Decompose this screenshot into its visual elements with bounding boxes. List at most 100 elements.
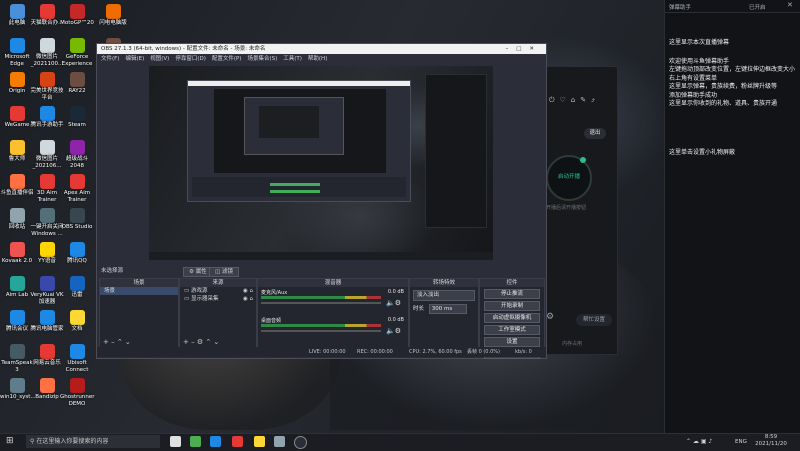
desktop-icon[interactable]: YY语音 (30, 242, 64, 265)
scene-item[interactable]: 场景 (100, 287, 178, 295)
sources-footer-buttons[interactable]: + – ⚙ ⌃ ⌄ (180, 338, 256, 347)
desktop-icon[interactable]: 微信图片 _2021100... (30, 38, 64, 67)
control-button[interactable]: 设置 (484, 337, 540, 347)
panel-exit-button[interactable]: 退出 (584, 128, 606, 139)
desktop-icon-label: WeGame (4, 122, 30, 128)
menu-item[interactable]: 文件(F) (101, 56, 119, 62)
desktop-icon-label: 超级战斗 2048 (65, 156, 88, 169)
source-item[interactable]: ▭ 游戏源 ◉ ⌂ (180, 287, 256, 295)
desktop-icon[interactable]: RAY22 (60, 72, 94, 95)
duration-input[interactable]: 300 ms (428, 304, 467, 314)
language-indicator[interactable]: ENG (735, 439, 747, 445)
desktop-icon[interactable]: 3D Aim Trainer (30, 174, 64, 203)
desktop-icon[interactable]: 超级战斗 2048 (60, 140, 94, 169)
speaker-icon[interactable]: 🔈⚙ (386, 327, 401, 335)
control-button[interactable]: 停止推流 (484, 289, 540, 299)
desktop-icon[interactable]: 一键开启关闭 Windows ... (30, 208, 64, 237)
clock[interactable]: 8:59 2021/11/20 (750, 434, 792, 448)
desktop-icon[interactable]: 微信图片 _202106... (30, 140, 64, 169)
filters-button[interactable]: ◫ 滤镜 (209, 267, 239, 277)
desktop-icon[interactable]: 网易云音乐 (30, 344, 64, 367)
app-icon (69, 38, 85, 53)
desktop-icon-label: 文档 (71, 326, 83, 332)
desktop-icon[interactable]: 斗鱼直播伴侣 (0, 174, 34, 197)
app-icon (69, 276, 85, 291)
tray-icons[interactable]: ⌃ ☁ ▣ ♪ (686, 438, 712, 445)
start-icon[interactable]: ⊞ (6, 436, 14, 446)
desktop-icon[interactable]: GeForce Experience (60, 38, 94, 67)
desktop-icon[interactable]: Ubisoft Connect (60, 344, 94, 373)
menu-item[interactable]: 帮助(H) (308, 56, 327, 62)
menu-item[interactable]: 场景集合(S) (247, 56, 277, 62)
volume-slider[interactable] (261, 302, 381, 304)
desktop-icon[interactable]: 天猫联合办... (30, 4, 64, 27)
no-source-label: 未选择源 (101, 268, 124, 274)
control-button[interactable]: 工作室模式 (484, 325, 540, 335)
desktop-icon[interactable]: Microsoft Edge (0, 38, 34, 67)
desktop-icon[interactable]: Kovaak 2.0 (0, 242, 34, 265)
menu-item[interactable]: 编辑(E) (125, 56, 144, 62)
settings-gear-icon[interactable]: ⚙ (546, 312, 554, 322)
taskbar-app-icon[interactable] (274, 436, 285, 447)
desktop-icon[interactable]: 腾讯会议 (0, 310, 34, 333)
taskbar-search[interactable]: ⚲ 在这里输入你要搜索的内容 (26, 435, 160, 448)
control-button[interactable]: 开始录制 (484, 301, 540, 311)
desktop-icon[interactable]: Origin (0, 72, 34, 95)
desktop-icon[interactable]: 迅雷 (60, 276, 94, 299)
visibility-lock-icons[interactable]: ◉ ⌂ (243, 287, 253, 295)
desktop-icon[interactable]: VeryKuai VK 加速器 (30, 276, 64, 305)
taskbar-app-icon[interactable] (210, 436, 221, 447)
taskbar-app-icon[interactable] (190, 436, 201, 447)
app-icon (9, 106, 25, 121)
menu-item[interactable]: 视图(V) (150, 56, 169, 62)
desktop-icon[interactable]: 腾讯手游助手 (30, 106, 64, 129)
menu-item[interactable]: 停靠窗口(D) (175, 56, 206, 62)
obs-window[interactable]: OBS 27.1.3 (64-bit, windows) - 配置文件: 未命名… (96, 43, 547, 359)
taskbar-app-icon[interactable] (254, 436, 265, 447)
close-icon[interactable]: ✕ (787, 1, 793, 9)
volume-slider[interactable] (261, 330, 381, 332)
desktop-icon[interactable]: WeGame (0, 106, 34, 129)
desktop-icon[interactable]: 文档 (60, 310, 94, 333)
danmaku-chat-panel[interactable]: 弹幕助手 已开启 ✕ 这里显示本次直播弹幕 欢迎使用斗鱼弹幕助手 左键拖动顶部改变位… (664, 0, 800, 433)
taskbar-app-icon[interactable] (170, 436, 181, 447)
obs-preview[interactable] (149, 66, 493, 260)
desktop-icon[interactable]: OBS Studio (60, 208, 94, 231)
obs-taskbar-icon[interactable] (294, 436, 307, 449)
taskbar-app-icon[interactable] (232, 436, 243, 447)
desktop-icon[interactable]: 回收站 (0, 208, 34, 231)
desktop-icon[interactable]: 闪电电脑版 (96, 4, 130, 27)
app-icon (9, 174, 25, 189)
obs-menubar[interactable]: 文件(F) 编辑(E) 视图(V) 停靠窗口(D) 配置文件(P) 场景集合(S) 工具(T… (97, 54, 546, 64)
desktop-icon[interactable]: 此电脑 (0, 4, 34, 27)
chat-messages: 这里显示本次直播弹幕 欢迎使用斗鱼弹幕助手 左键拖动顶部改变位置，左键拉伸边框改变大… (665, 39, 800, 157)
chat-message: 添加弹幕助手成功 (669, 91, 718, 99)
desktop-icon[interactable]: 完美世界竞技 平台 (30, 72, 64, 101)
control-button[interactable]: 启动虚拟摄像机 (484, 313, 540, 323)
desktop-icon[interactable]: Aim Lab (0, 276, 34, 299)
desktop-icon[interactable]: Apex Aim Trainer (60, 174, 94, 203)
desktop-icon[interactable]: Steam (60, 106, 94, 129)
desktop-icon[interactable]: Bandizip (30, 378, 64, 401)
menu-item[interactable]: 工具(T) (283, 56, 302, 62)
window-controls[interactable]: –□✕ (505, 44, 542, 54)
speaker-icon[interactable]: 🔈⚙ (386, 299, 401, 307)
desktop-icon[interactable]: TeamSpeak 3 (0, 344, 34, 373)
transition-select[interactable]: 淡入淡出 (413, 290, 475, 301)
desktop-icon[interactable]: MotoGP™20 (60, 4, 94, 27)
help-settings-button[interactable]: 帮忙设置 (576, 314, 612, 326)
desktop-icon[interactable]: 鲁大师 (0, 140, 34, 163)
source-item[interactable]: ▭ 显示器采集 ◉ ⌂ (180, 295, 256, 303)
desktop-icon[interactable]: win10_syst... (0, 378, 36, 401)
scenes-footer-buttons[interactable]: + – ⌃ ⌄ (100, 338, 178, 347)
desktop-icon[interactable]: Ghostrunner DEMO (60, 378, 95, 407)
obs-titlebar[interactable]: OBS 27.1.3 (64-bit, windows) - 配置文件: 未命名… (97, 44, 546, 54)
desktop-icon[interactable]: 腾讯电脑管家 (30, 310, 64, 333)
desktop-icon-label: 网易云音乐 (33, 360, 61, 366)
app-icon (39, 276, 55, 291)
desktop-icon[interactable]: 腾讯QQ (60, 242, 94, 265)
app-icon (39, 106, 55, 121)
visibility-lock-icons[interactable]: ◉ ⌂ (243, 295, 253, 303)
menu-item[interactable]: 配置文件(P) (212, 56, 242, 62)
nested-titlebar (188, 81, 410, 86)
